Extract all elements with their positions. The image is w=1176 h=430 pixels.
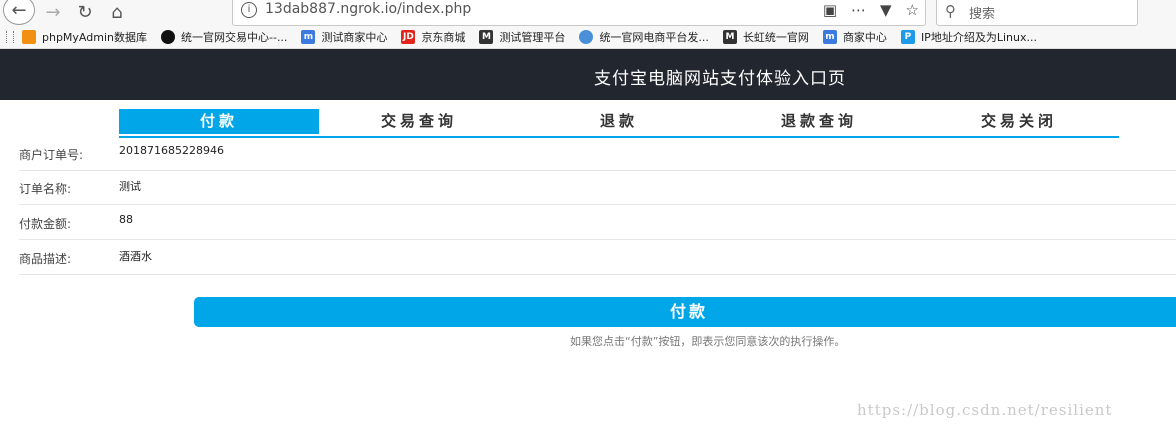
bookmark-label: 统一官网电商平台发... (599, 31, 709, 44)
search-placeholder: 搜索 (969, 7, 996, 22)
page-header: 支付宝电脑网站支付体验入口页 (0, 49, 1176, 100)
watermark: https://blog.csdn.net/resilient (857, 401, 1113, 419)
m-logo-icon: m (301, 30, 316, 44)
bookmark-label: 测试商家中心 (321, 31, 388, 44)
reload-icon: ↻ (77, 1, 93, 23)
bookmark-item[interactable]: m 商家中心 (822, 29, 887, 45)
bookmark-item[interactable]: m 测试商家中心 (301, 29, 387, 45)
bookmark-label: phpMyAdmin数据库 (42, 31, 147, 44)
bookmark-label: 长虹统一官网 (742, 31, 809, 44)
home-icon: ⌂ (111, 1, 123, 23)
form-row-order-no: 商户订单号: 201871685228946 (19, 136, 1176, 171)
jd-icon: JD (401, 30, 416, 44)
bookmark-label: IP地址介绍及为Linux... (920, 31, 1037, 44)
url-bar[interactable]: i 13dab887.ngrok.io/index.php ▣ ⋯ ▼ ☆ (232, 0, 926, 26)
m-logo-icon: M (479, 30, 494, 44)
form-row-order-name: 订单名称: 测试 (19, 170, 1176, 205)
forward-icon: → (45, 1, 61, 23)
more-icon[interactable]: ⋯ (851, 1, 866, 19)
back-icon: ← (11, 0, 27, 21)
tab-trade-close[interactable]: 交易关闭 (919, 109, 1119, 134)
tab-trade-query[interactable]: 交易查询 (319, 109, 519, 134)
description-label: 商品描述: (19, 252, 72, 266)
description-field[interactable]: 酒酒水 (119, 248, 152, 264)
bookmark-label: 统一官网交易中心--... (181, 31, 288, 44)
bookmark-item[interactable]: 统一官网电商平台发... (579, 29, 709, 45)
qr-icon[interactable]: ▣ (823, 1, 837, 19)
order-name-field[interactable]: 测试 (119, 178, 141, 194)
home-button[interactable]: ⌂ (104, 0, 130, 24)
tab-refund-query[interactable]: 退款查询 (719, 109, 919, 134)
m-logo-icon: m (822, 30, 837, 44)
bookmark-item[interactable]: P IP地址介绍及为Linux... (900, 29, 1037, 45)
tab-refund[interactable]: 退款 (519, 109, 719, 134)
tab-bar: 付款 交易查询 退款 退款查询 交易关闭 (119, 109, 1119, 138)
info-icon[interactable]: i (241, 2, 257, 18)
bookmark-label: 测试管理平台 (499, 31, 566, 44)
back-button[interactable]: ← (3, 0, 35, 25)
globe-icon (579, 30, 594, 44)
bookmark-label: 京东商城 (421, 31, 466, 44)
compass-icon (161, 30, 175, 44)
m-logo-icon: M (722, 30, 737, 44)
amount-label: 付款金额: (19, 217, 72, 231)
order-no-label: 商户订单号: (19, 148, 84, 162)
order-name-label: 订单名称: (19, 182, 72, 196)
bookmark-item[interactable]: M 长虹统一官网 (722, 29, 809, 45)
bookmark-label: 商家中心 (842, 31, 887, 44)
form-row-amount: 付款金额: 88 (19, 205, 1176, 240)
reload-button[interactable]: ↻ (72, 0, 98, 24)
pocket-icon[interactable]: ▼ (880, 1, 892, 19)
search-icon: ⚲ (945, 2, 956, 20)
bookmark-item[interactable]: phpMyAdmin数据库 (22, 29, 147, 45)
page-title: 支付宝电脑网站支付体验入口页 (594, 69, 846, 89)
form-row-description: 商品描述: 酒酒水 (19, 240, 1176, 275)
forward-button[interactable]: → (40, 0, 66, 24)
amount-field[interactable]: 88 (119, 213, 133, 226)
url-text[interactable]: 13dab887.ngrok.io/index.php (265, 1, 471, 17)
bookmark-item[interactable]: 统一官网交易中心--... (161, 29, 287, 45)
pay-note: 如果您点击“付款”按钮，即表示您同意该次的执行操作。 (570, 335, 846, 348)
star-icon[interactable]: ☆ (906, 1, 919, 19)
bookmark-item[interactable]: M 测试管理平台 (479, 29, 565, 45)
browser-toolbar: ← → ↻ ⌂ i 13dab887.ngrok.io/index.php ▣ … (0, 0, 1176, 26)
tab-pay[interactable]: 付款 (119, 109, 319, 134)
bookmark-item[interactable]: JD 京东商城 (401, 29, 465, 45)
bookmarks-bar: phpMyAdmin数据库 统一官网交易中心--... m 测试商家中心 JD 京东… (0, 26, 1176, 49)
pay-button[interactable]: 付款 (194, 297, 1176, 327)
phpmyadmin-icon (22, 30, 36, 44)
order-no-field[interactable]: 201871685228946 (119, 144, 224, 157)
bookmarks-grip-icon (6, 31, 14, 43)
search-input[interactable]: ⚲ 搜索 (936, 0, 1138, 26)
ip-icon: P (900, 30, 915, 44)
